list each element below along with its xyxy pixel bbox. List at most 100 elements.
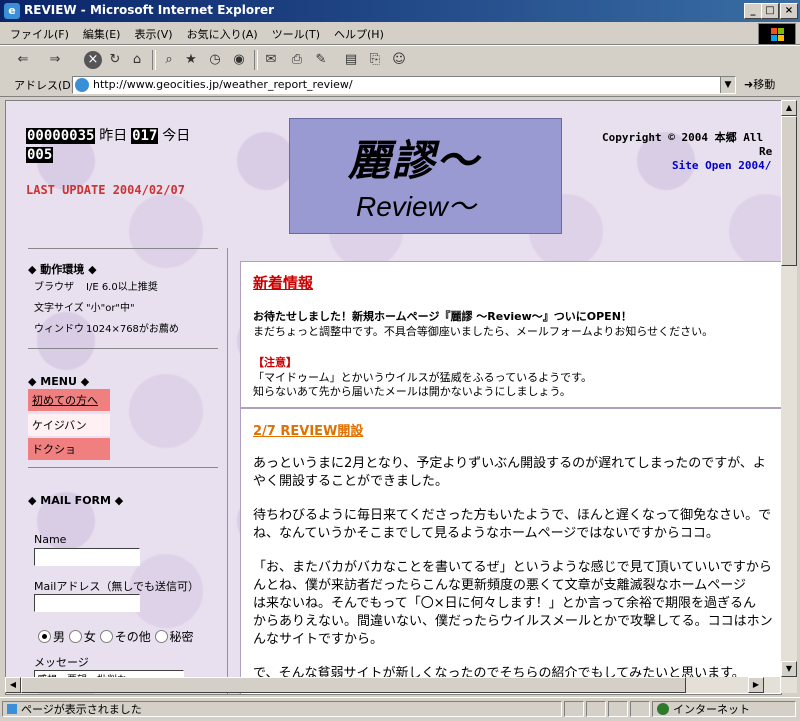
mail-icon[interactable]: ✉ bbox=[262, 51, 280, 69]
ie-icon: e bbox=[4, 3, 20, 19]
status-panel-empty bbox=[564, 701, 584, 717]
access-counter: 00000035 昨日 017 今日 005 bbox=[26, 127, 266, 165]
env-key: ウィンドウ bbox=[34, 324, 84, 335]
entry-text: やく開設することができました。 bbox=[253, 474, 449, 489]
env-row: ウィンドウ 1024×768がお薦め bbox=[34, 319, 224, 340]
name-input[interactable] bbox=[34, 548, 140, 566]
site-logo: 麗謬～ Review～ bbox=[289, 118, 562, 234]
menu-heading: ◆ MENU ◆ bbox=[28, 375, 90, 388]
menu-view[interactable]: 表示(V) bbox=[127, 22, 179, 42]
counter-total: 00000035 bbox=[26, 128, 96, 144]
mail-input[interactable] bbox=[34, 594, 140, 612]
status-text-panel: ページが表示されました bbox=[2, 701, 562, 717]
toolbar-separator bbox=[152, 50, 156, 70]
refresh-icon[interactable]: ↻ bbox=[106, 51, 124, 69]
address-label: アドレス(D) bbox=[14, 79, 76, 92]
windows-logo-icon bbox=[758, 23, 796, 45]
media-icon[interactable]: ◉ bbox=[230, 51, 248, 69]
entry-text: んなサイトですから。 bbox=[253, 632, 384, 647]
entry-heading[interactable]: 2/7 REVIEW開設 bbox=[253, 420, 363, 439]
env-key: 文字サイズ bbox=[34, 303, 84, 314]
vertical-scrollbar[interactable]: ▲ ▼ bbox=[781, 100, 797, 693]
stop-icon[interactable]: × bbox=[84, 51, 102, 69]
go-label: 移動 bbox=[753, 78, 776, 91]
close-button[interactable]: × bbox=[780, 3, 798, 19]
home-icon[interactable]: ⌂ bbox=[128, 51, 146, 69]
horizontal-scrollbar[interactable]: ◀ ▶ bbox=[5, 677, 780, 693]
divider bbox=[28, 248, 218, 249]
address-url[interactable]: http://www.geocities.jp/weather_report_r… bbox=[93, 78, 353, 91]
entry-text: ね、なんていうかそこまでして見るようなホームページではないですからココ。 bbox=[253, 526, 719, 541]
radio-other-label: その他 bbox=[114, 630, 151, 644]
scroll-left-icon[interactable]: ◀ bbox=[5, 677, 21, 693]
news-heading[interactable]: 新着情報 bbox=[253, 272, 313, 293]
radio-male[interactable] bbox=[38, 630, 51, 643]
address-input[interactable]: http://www.geocities.jp/weather_report_r… bbox=[72, 76, 736, 94]
scroll-up-icon[interactable]: ▲ bbox=[781, 100, 797, 116]
messenger-icon[interactable]: ☺ bbox=[390, 51, 408, 69]
radio-other[interactable] bbox=[99, 630, 113, 643]
menu-item-bbs[interactable]: ケイジバン bbox=[28, 414, 110, 436]
scroll-thumb[interactable] bbox=[781, 116, 797, 266]
page-icon bbox=[75, 78, 89, 92]
copyright-line2: Re bbox=[759, 145, 773, 158]
discuss-icon[interactable]: ▤ bbox=[342, 51, 360, 69]
entry-body: あっというまに2月となり、予定よりずいぶん開設するのが遅れてしまったのですが、よ… bbox=[253, 455, 781, 683]
counter-yesterday: 017 bbox=[131, 128, 159, 144]
name-label: Name bbox=[34, 533, 67, 546]
warning-line2: 知らないあて先から届いたメールは開かないようにしましょう。 bbox=[253, 385, 571, 398]
env-heading: ◆ 動作環境 ◆ bbox=[28, 263, 97, 276]
entry-text: 待ちわびるように毎日来てくださった方もいたようで、ほんと遅くなって御免なさい。で bbox=[253, 508, 772, 523]
internet-globe-icon bbox=[657, 703, 669, 715]
warning-label: 【注意】 bbox=[253, 356, 297, 369]
site-open: Site Open 2004/ bbox=[672, 159, 772, 172]
window-title: REVIEW - Microsoft Internet Explorer bbox=[24, 3, 275, 17]
mailform-heading: ◆ MAIL FORM ◆ bbox=[28, 494, 124, 507]
logo-japanese: 麗謬～ bbox=[348, 136, 481, 185]
menu-tools[interactable]: ツール(T) bbox=[265, 22, 327, 42]
status-bar: ページが表示されました インターネット bbox=[0, 697, 800, 721]
env-table: ブラウザ I/E 6.0以上推奨 文字サイズ "小"or"中" ウィンドウ 1024×… bbox=[34, 277, 224, 340]
radio-female[interactable] bbox=[68, 630, 82, 643]
menu-file[interactable]: ファイル(F) bbox=[0, 22, 76, 42]
news-line2: まだちょっと調整中です。不具合等御座いましたら、メールフォームよりお知らせくださ… bbox=[253, 325, 714, 338]
favorites-icon[interactable]: ★ bbox=[182, 51, 200, 69]
radio-secret[interactable] bbox=[154, 630, 168, 643]
radio-female-label: 女 bbox=[83, 630, 96, 644]
status-panel-empty bbox=[630, 701, 650, 717]
maximize-button[interactable]: □ bbox=[761, 3, 779, 19]
back-icon[interactable]: ⇐ bbox=[14, 51, 32, 69]
scroll-right-icon[interactable]: ▶ bbox=[748, 677, 764, 693]
go-button[interactable]: ➜移動 bbox=[744, 76, 775, 92]
forward-icon[interactable]: ⇒ bbox=[46, 51, 64, 69]
gender-radio-group: 男 女 その他 秘密 bbox=[38, 628, 194, 645]
menu-favorites[interactable]: お気に入り(A) bbox=[180, 22, 265, 42]
page-viewport: 00000035 昨日 017 今日 005 LAST UPDATE 2004/… bbox=[5, 100, 782, 695]
minimize-button[interactable]: _ bbox=[744, 3, 762, 19]
research-icon[interactable]: ⎘ bbox=[366, 51, 384, 69]
menu-help[interactable]: ヘルプ(H) bbox=[327, 22, 391, 42]
zone-text: インターネット bbox=[673, 703, 750, 716]
page-done-icon bbox=[7, 704, 17, 714]
menu-item-reading[interactable]: ドクショ bbox=[28, 438, 110, 460]
address-bar: アドレス(D) http://www.geocities.jp/weather_… bbox=[0, 74, 800, 97]
address-dropdown-icon[interactable]: ▼ bbox=[720, 77, 735, 93]
copyright: Copyright © 2004 本郷 All Re bbox=[602, 129, 781, 158]
status-text: ページが表示されました bbox=[21, 703, 142, 716]
menu-item-first-visit[interactable]: 初めての方へ bbox=[28, 389, 110, 411]
news-bold-line: お待たせしました！新規ホームページ『麗謬 ～Review～』ついにOPEN！ bbox=[253, 310, 632, 323]
edit-icon[interactable]: ✎ bbox=[312, 51, 330, 69]
entry-text: 「お、またバカがバカなことを書いてるぜ」というような感じで見て頂いていいですから bbox=[253, 560, 772, 575]
news-box: 新着情報 お待たせしました！新規ホームページ『麗謬 ～Review～』ついにOP… bbox=[240, 261, 781, 408]
history-icon[interactable]: ◷ bbox=[206, 51, 224, 69]
entry-box: 2/7 REVIEW開設 あっというまに2月となり、予定よりずいぶん開設するのが… bbox=[240, 408, 781, 694]
menu-edit[interactable]: 編集(E) bbox=[76, 22, 128, 42]
hscroll-thumb[interactable] bbox=[21, 677, 686, 693]
entry-text: あっというまに2月となり、予定よりずいぶん開設するのが遅れてしまったのですが、よ bbox=[253, 456, 766, 471]
search-icon[interactable]: ⌕ bbox=[160, 51, 178, 69]
print-icon[interactable]: ⎙ bbox=[288, 51, 306, 69]
env-value: 1024×768がお薦め bbox=[86, 324, 179, 335]
env-row: 文字サイズ "小"or"中" bbox=[34, 298, 224, 319]
scroll-down-icon[interactable]: ▼ bbox=[781, 661, 797, 677]
copyright-line1: Copyright © 2004 本郷 All bbox=[602, 131, 764, 144]
